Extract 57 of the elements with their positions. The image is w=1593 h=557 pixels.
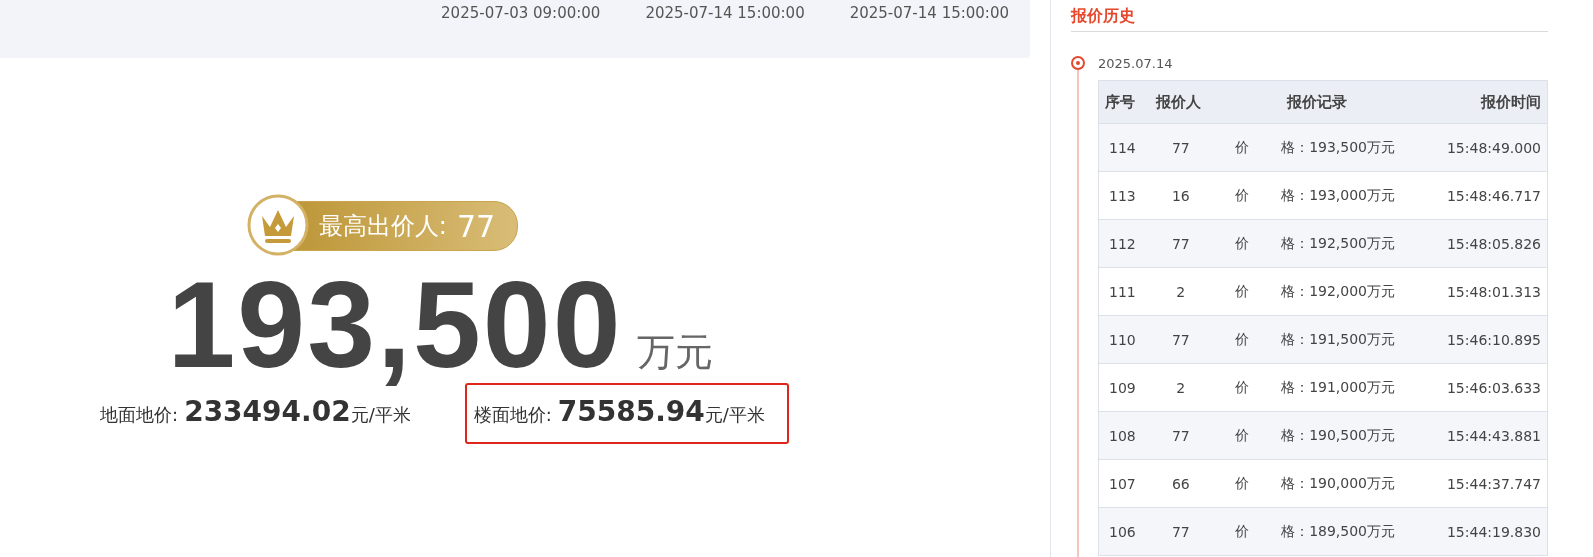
table-cell: 77 (1146, 411, 1211, 460)
column-header: 报价时间 (1423, 80, 1548, 124)
table-cell: 15:48:01.313 (1423, 267, 1548, 316)
table-cell: 16 (1146, 171, 1211, 220)
badge-value: 77 (456, 208, 496, 244)
table-cell: 15:46:10.895 (1423, 315, 1548, 364)
table-cell: 价 格：192,000万元 (1210, 267, 1424, 316)
table-cell: 77 (1146, 123, 1211, 172)
unit-price-unit: 元/平米 (704, 403, 765, 427)
table-cell: 价 格：190,500万元 (1210, 411, 1424, 460)
table-cell: 价 格：189,500万元 (1210, 507, 1424, 556)
table-cell: 66 (1146, 459, 1211, 508)
table-cell: 107 (1098, 459, 1147, 508)
table-cell: 110 (1098, 315, 1147, 364)
timeline-dot (1071, 56, 1085, 70)
table-cell: 113 (1098, 171, 1147, 220)
schedule-time: 2025-07-03 09:00:00 (441, 4, 601, 22)
table-cell: 15:44:43.881 (1423, 411, 1548, 460)
timeline-date: 2025.07.14 (1098, 56, 1174, 72)
table-cell: 77 (1146, 315, 1211, 364)
unit-price-value: 75585.94 (557, 395, 705, 428)
unit-price-label: 楼面地价: (473, 403, 552, 427)
table-cell: 108 (1098, 411, 1147, 460)
unit-price-value: 233494.02 (184, 395, 351, 428)
table-cell: 价 格：193,000万元 (1210, 171, 1424, 220)
price-unit: 万元 (636, 329, 713, 375)
column-header: 报价记录 (1210, 80, 1424, 124)
table-cell: 15:48:46.717 (1423, 171, 1548, 220)
column-header: 报价人 (1146, 80, 1211, 124)
schedule-time: 2025-07-14 15:00:00 (849, 4, 1009, 22)
section-title: 报价历史 (1071, 0, 1548, 32)
table-cell: 15:44:37.747 (1423, 459, 1548, 508)
table-cell: 价 格：191,500万元 (1210, 315, 1424, 364)
table-cell: 112 (1098, 219, 1147, 268)
table-cell: 109 (1098, 363, 1147, 412)
table-cell: 价 格：191,000万元 (1210, 363, 1424, 412)
winning-price: 193,500 (167, 256, 623, 395)
unit-price-label: 地面地价: (100, 403, 179, 427)
table-cell: 15:48:49.000 (1423, 123, 1548, 172)
table-cell: 2 (1146, 267, 1211, 316)
table-cell: 价 格：190,000万元 (1210, 459, 1424, 508)
column-header: 序号 (1098, 80, 1147, 124)
table-cell: 111 (1098, 267, 1147, 316)
table-cell: 价 格：192,500万元 (1210, 219, 1424, 268)
schedule-time: 2025-07-14 15:00:00 (645, 4, 805, 22)
table-cell: 114 (1098, 123, 1147, 172)
table-cell: 价 格：193,500万元 (1210, 123, 1424, 172)
badge-label: 最高出价人: (318, 211, 447, 242)
crown-icon (246, 194, 309, 256)
table-cell: 2 (1146, 363, 1211, 412)
table-cell: 15:44:19.830 (1423, 507, 1548, 556)
table-cell: 77 (1146, 507, 1211, 556)
table-cell: 106 (1098, 507, 1147, 556)
table-cell: 15:46:03.633 (1423, 363, 1548, 412)
table-cell: 15:48:05.826 (1423, 219, 1548, 268)
unit-price-unit: 元/平米 (350, 403, 411, 427)
table-cell: 77 (1146, 219, 1211, 268)
